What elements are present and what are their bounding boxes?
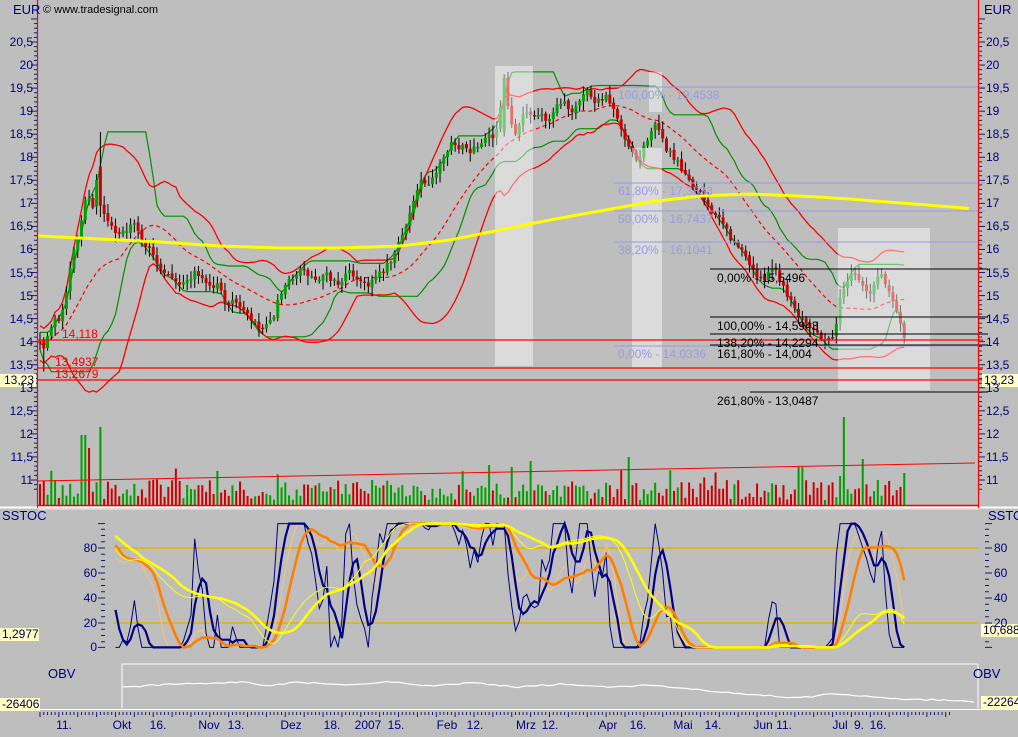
fib-blue-label-1: 61,80% - 17,3833 xyxy=(618,185,713,197)
price-tick-left-7: 17 xyxy=(20,197,33,209)
sstoc-tick-right-3: 20 xyxy=(994,617,1007,629)
price-tick-left-12: 14,5 xyxy=(10,313,33,325)
price-tick-right-18: 11,5 xyxy=(986,451,1008,463)
sstoc-tick-left-0: 80 xyxy=(84,542,97,554)
price-tick-right-9: 16 xyxy=(986,243,999,255)
price-tick-right-15: 13 xyxy=(986,382,999,394)
price-tick-right-13: 14 xyxy=(986,336,999,348)
fib-black-label-0: 0,00% - 15,5496 xyxy=(717,272,805,284)
price-tick-right-19: 11 xyxy=(986,474,998,486)
fib-black-label-3: 161,80% - 14,004 xyxy=(717,348,812,360)
fib-black-label-1: 100,00% - 14,5943 xyxy=(717,320,818,332)
sstoc-title-left: SSTOC xyxy=(2,510,47,522)
date-tick-label-6: 18. xyxy=(312,719,352,731)
tradesignal-chart-window: EUR © www.tradesignal.com EUR SSTOC SSTO… xyxy=(0,0,1018,737)
red-level-label-2: 13,2679 xyxy=(55,368,98,380)
price-tick-right-5: 18 xyxy=(986,151,999,163)
chart-plot-area[interactable] xyxy=(0,0,1018,737)
sstoc-tick-right-0: 80 xyxy=(994,542,1007,554)
price-tick-left-1: 20 xyxy=(20,59,33,71)
price-tick-left-5: 18 xyxy=(20,151,33,163)
price-tick-right-12: 14,5 xyxy=(986,313,1009,325)
sstoc-tick-right-2: 40 xyxy=(994,592,1007,604)
price-tick-right-0: 20,5 xyxy=(986,36,1009,48)
price-tick-left-3: 19 xyxy=(20,105,33,117)
price-tick-left-14: 13,5 xyxy=(10,359,33,371)
price-tick-right-1: 20 xyxy=(986,59,999,71)
price-tick-right-10: 15,5 xyxy=(986,267,1009,279)
price-tick-right-8: 16,5 xyxy=(986,220,1009,232)
watermark-copyright: © www.tradesignal.com xyxy=(43,4,158,16)
fib-blue-label-0: 100,00% - 19,4538 xyxy=(618,89,719,101)
red-level-label-0: 14,118 xyxy=(62,328,98,340)
price-tick-left-6: 17,5 xyxy=(10,174,33,186)
price-tick-right-14: 13,5 xyxy=(986,359,1009,371)
sstoc-value-box-left: 1,2977 xyxy=(0,628,39,641)
fib-blue-label-3: 38,20% - 16,1041 xyxy=(618,244,713,256)
date-tick-label-16: 14. xyxy=(693,719,733,731)
obv-value-box-left: -264062 xyxy=(0,698,40,711)
price-tick-left-9: 16 xyxy=(20,243,33,255)
currency-label-right: EUR xyxy=(984,4,1011,16)
price-tick-right-2: 19,5 xyxy=(986,82,1009,94)
obv-title-right: OBV xyxy=(973,668,1000,680)
price-tick-right-16: 12,5 xyxy=(986,405,1009,417)
price-tick-left-17: 12 xyxy=(20,428,33,440)
sstoc-tick-left-4: 0 xyxy=(90,641,97,653)
date-tick-label-12: 12. xyxy=(530,719,570,731)
price-tick-left-2: 19,5 xyxy=(10,82,33,94)
sstoc-title-right: SSTOC xyxy=(988,510,1018,522)
sstoc-tick-right-1: 60 xyxy=(994,567,1007,579)
sstoc-tick-left-1: 60 xyxy=(84,567,97,579)
fib-blue-label-2: 50,00% - 16,7437 xyxy=(618,213,713,225)
price-tick-left-15: 13 xyxy=(20,382,33,394)
date-tick-label-18: 11. xyxy=(764,719,804,731)
price-tick-left-4: 18,5 xyxy=(10,128,33,140)
date-tick-label-2: 16. xyxy=(138,719,178,731)
price-tick-left-0: 20,5 xyxy=(10,36,33,48)
price-tick-left-8: 16,5 xyxy=(10,220,33,232)
price-tick-left-10: 15,5 xyxy=(10,267,33,279)
price-tick-left-13: 14 xyxy=(20,336,33,348)
obv-value-box-right: -22264 xyxy=(981,696,1018,709)
price-tick-right-6: 17,5 xyxy=(986,174,1009,186)
sstoc-tick-left-2: 40 xyxy=(84,592,97,604)
obv-title-left: OBV xyxy=(48,668,75,680)
currency-label-left: EUR xyxy=(13,4,40,16)
date-tick-label-21: 16. xyxy=(858,719,898,731)
price-tick-left-18: 11,5 xyxy=(11,451,33,463)
price-tick-left-16: 12,5 xyxy=(10,405,33,417)
date-tick-label-14: 16. xyxy=(618,719,658,731)
fib-black-label-4: 261,80% - 13,0487 xyxy=(717,395,818,407)
price-tick-left-11: 15 xyxy=(20,290,33,302)
date-tick-label-8: 15. xyxy=(376,719,416,731)
sstoc-tick-left-3: 20 xyxy=(84,617,97,629)
date-tick-label-5: Dez xyxy=(271,719,311,731)
date-tick-label-0: 11. xyxy=(44,719,84,731)
date-tick-label-4: 13. xyxy=(216,719,256,731)
price-tick-right-17: 12 xyxy=(986,428,999,440)
fib-blue-label-4: 0,00% - 14,0336 xyxy=(618,348,706,360)
price-tick-right-3: 19 xyxy=(986,105,999,117)
date-tick-label-10: 12. xyxy=(455,719,495,731)
price-tick-right-11: 15 xyxy=(986,290,999,302)
date-tick-label-1: Okt xyxy=(102,719,142,731)
price-tick-right-4: 18,5 xyxy=(986,128,1009,140)
price-tick-right-7: 17 xyxy=(986,197,999,209)
price-tick-left-19: 11 xyxy=(21,474,33,486)
